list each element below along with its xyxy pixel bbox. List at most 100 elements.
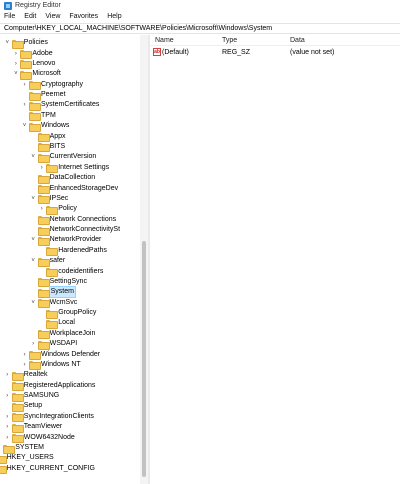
chevron-down-icon[interactable]: ˅ <box>30 256 37 266</box>
value-row[interactable]: ab (Default) REG_SZ (value not set) <box>150 47 400 57</box>
tree-node[interactable]: ›GroupPolicy <box>38 308 96 319</box>
tree-node[interactable]: › Lenovo <box>12 59 55 70</box>
tree-node[interactable]: ›BITS <box>30 142 65 153</box>
chevron-right-icon[interactable]: › <box>30 339 37 349</box>
tree-node[interactable]: ›DataCollection <box>30 173 95 184</box>
chevron-right-icon[interactable]: › <box>4 412 11 422</box>
chevron-right-icon[interactable]: › <box>4 370 11 380</box>
folder-icon <box>37 185 50 194</box>
tree-node[interactable]: › SYSTEM <box>0 443 44 454</box>
menu-edit[interactable]: Edit <box>24 13 36 20</box>
tree-node[interactable]: › WSDAPI <box>30 339 77 350</box>
tree-node[interactable]: ›SettingSync <box>30 277 87 288</box>
tree-node[interactable]: ˅ IPSec <box>30 194 68 205</box>
tree-node[interactable]: ›Setup <box>4 401 43 412</box>
tree-node[interactable]: ˅ safer <box>30 256 65 267</box>
folder-icon <box>29 351 41 361</box>
folder-icon <box>29 361 41 371</box>
chevron-right-icon[interactable]: › <box>4 433 11 443</box>
chevron-right-icon[interactable]: › <box>0 443 2 453</box>
tree-node[interactable]: › TeamViewer <box>4 422 62 433</box>
tree-node[interactable]: › Cryptography <box>21 80 83 91</box>
tree-node[interactable]: › SAMSUNG <box>4 391 59 402</box>
tree-node[interactable]: ›NetworkConnectivitySt <box>30 225 120 236</box>
tree-node[interactable]: ›Appx <box>30 131 66 143</box>
menu-help[interactable]: Help <box>107 13 121 20</box>
chevron-right-icon[interactable]: › <box>21 80 28 90</box>
string-value-icon: ab <box>153 48 161 56</box>
tree-node[interactable]: ˅ CurrentVersion <box>30 152 96 163</box>
folder-icon <box>11 413 24 423</box>
folder-icon <box>37 143 50 153</box>
chevron-right-icon[interactable]: › <box>4 422 11 432</box>
tree-node[interactable]: ›EnhancedStorageDev <box>30 183 118 194</box>
chevron-down-icon[interactable]: ˅ <box>30 235 37 245</box>
tree-node[interactable]: ›HardenedPaths <box>38 246 107 257</box>
tree-node[interactable]: ›RegisteredApplications <box>4 381 96 392</box>
column-type[interactable]: Type <box>222 37 237 44</box>
tree-node[interactable]: › SyncIntegrationClients <box>4 412 94 423</box>
chevron-right-icon[interactable]: › <box>21 360 28 370</box>
tree-node[interactable]: ›WorkplaceJoin <box>30 329 95 340</box>
column-name[interactable]: Name <box>155 37 174 44</box>
chevron-down-icon[interactable]: ˅ <box>30 152 37 162</box>
chevron-right-icon[interactable]: › <box>38 163 45 173</box>
address-bar[interactable]: Computer\HKEY_LOCAL_MACHINE\SOFTWARE\Pol… <box>0 23 400 34</box>
tree-node[interactable]: › SystemCertificates <box>21 100 99 111</box>
folder-icon <box>37 299 50 309</box>
tree-node[interactable]: › Adobe <box>12 48 53 60</box>
chevron-right-icon[interactable]: › <box>4 391 11 401</box>
tree-node[interactable]: ›codeidentifiers <box>38 266 103 278</box>
folder-icon <box>37 153 50 163</box>
tree-node-label: HardenedPaths <box>58 246 107 254</box>
tree-node[interactable]: ˅ NetworkProvider <box>30 235 101 246</box>
tree-node[interactable]: › Internet Settings <box>38 163 109 174</box>
tree-scrollbar-thumb[interactable] <box>142 241 146 477</box>
tree-node[interactable]: ›System <box>30 286 76 299</box>
menu-file[interactable]: File <box>4 13 15 20</box>
chevron-right-icon[interactable]: › <box>12 59 19 69</box>
tree-node[interactable]: ›Peernet <box>21 90 66 101</box>
chevron-down-icon[interactable]: ˅ <box>30 194 37 204</box>
column-data[interactable]: Data <box>290 37 305 44</box>
tree-node[interactable]: ›Network Connections <box>30 214 116 226</box>
tree-node[interactable]: ›TPM <box>21 111 56 122</box>
tree-node[interactable]: › Windows NT <box>21 360 81 371</box>
menu-favorites[interactable]: Favorites <box>69 13 98 20</box>
key-tree: ˅ Policies › Adobe › Lenovo ˅ Microsoft › Cryptog… <box>0 35 148 484</box>
tree-node[interactable]: › Windows Defender <box>21 349 100 361</box>
tree-node-label: SettingSync <box>49 277 87 285</box>
chevron-right-icon[interactable]: › <box>21 100 28 110</box>
chevron-down-icon[interactable]: ˅ <box>21 121 28 131</box>
tree-node-label: RegisteredApplications <box>23 381 96 389</box>
folder-icon <box>37 340 50 350</box>
folder-icon <box>3 444 16 454</box>
chevron-down-icon[interactable]: ˅ <box>30 298 37 308</box>
tree-node-label: Policy <box>58 205 77 213</box>
tree-node-label: TPM <box>41 111 56 119</box>
tree-node[interactable]: ˅ Policies <box>4 38 48 49</box>
tree-node[interactable]: ›Local <box>38 318 75 329</box>
tree-node-label: Setup <box>23 402 43 410</box>
tree-node-label: HKEY_CURRENT_CONFIG <box>6 464 95 472</box>
folder-icon <box>20 50 33 60</box>
chevron-right-icon[interactable]: › <box>38 204 45 214</box>
registry-editor-icon <box>4 1 12 10</box>
folder-icon <box>0 465 7 475</box>
tree-scrollbar[interactable] <box>140 35 148 484</box>
chevron-down-icon[interactable]: ˅ <box>4 38 11 48</box>
tree-node[interactable]: ˅ Microsoft <box>12 69 61 80</box>
tree-node[interactable]: › WOW6432Node <box>4 432 75 444</box>
tree-node[interactable]: ˅ WcmSvc <box>30 298 77 309</box>
folder-icon <box>46 319 59 329</box>
tree-node[interactable]: ˅ Windows <box>21 121 69 132</box>
menu-view[interactable]: View <box>45 13 60 20</box>
chevron-right-icon[interactable]: › <box>21 350 28 360</box>
tree-node[interactable]: › Realtek <box>4 370 48 381</box>
chevron-down-icon[interactable]: ˅ <box>12 69 19 79</box>
tree-node[interactable]: ›HKEY_CURRENT_CONFIG <box>0 464 95 475</box>
chevron-right-icon[interactable]: › <box>12 49 19 59</box>
tree-node[interactable]: › Policy <box>38 204 77 215</box>
tree-node[interactable]: ›HKEY_USERS <box>0 453 54 464</box>
folder-icon <box>37 226 50 236</box>
